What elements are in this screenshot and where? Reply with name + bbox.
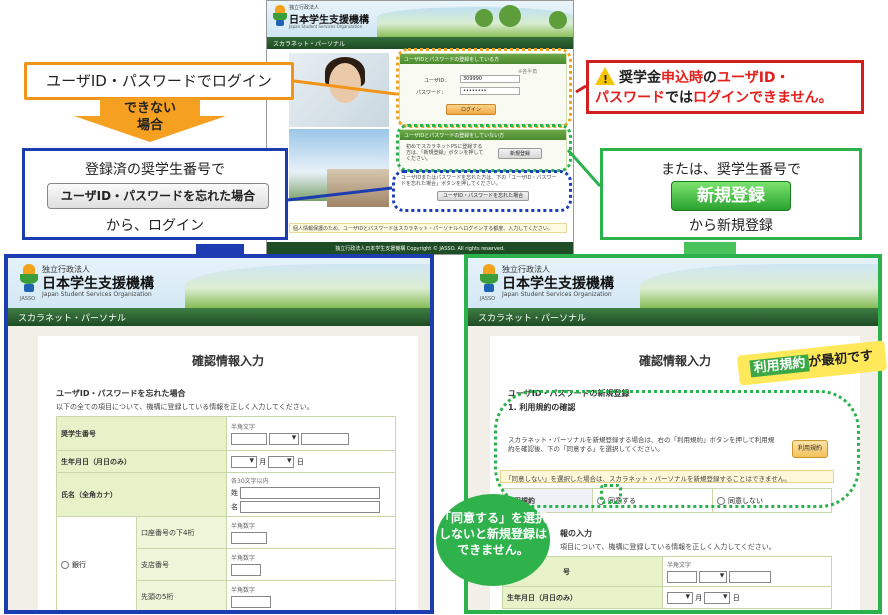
warning-icon: ! bbox=[595, 67, 615, 86]
nav-title: スカラネット・パーソナル bbox=[8, 308, 430, 326]
new-registration-callout: または、奨学生番号で 新規登録 から新規登録 bbox=[600, 148, 862, 240]
student-number-label: 奨学生番号 bbox=[56, 416, 227, 451]
landscape-illustration bbox=[185, 264, 430, 308]
month-label: 月 bbox=[695, 593, 703, 602]
student-number-part1-input[interactable] bbox=[667, 571, 697, 583]
jasso-logo-icon bbox=[20, 264, 38, 294]
branch-number-input[interactable] bbox=[231, 564, 261, 576]
org-name: 日本学生支援機構 bbox=[42, 276, 154, 292]
birthdate-label: 生年月日（月日のみ） bbox=[502, 586, 663, 609]
instruction2-text: 項目について、機構に登録している情報を正しく入力してください。 bbox=[560, 543, 776, 551]
from-login-text: から、ログイン bbox=[106, 218, 204, 234]
branch-number-label: 支店番号 bbox=[136, 548, 227, 581]
nav-title: スカラネット・パーソナル bbox=[468, 308, 878, 326]
given-name-input[interactable] bbox=[240, 501, 381, 513]
terms-highlight bbox=[494, 390, 860, 508]
day-label: 日 bbox=[296, 457, 304, 466]
confirm-form-table: 奨学生番号 半角文字 生年月日（月日のみ） 月 日 bbox=[56, 416, 396, 610]
account-last4-input[interactable] bbox=[231, 532, 267, 544]
bank-radio[interactable] bbox=[61, 560, 69, 569]
student-number-part3-input[interactable] bbox=[301, 433, 350, 445]
org-name-en: Japan Student Services Organization bbox=[42, 291, 152, 298]
cannot-login-label: できない 場合 bbox=[123, 101, 176, 133]
forgot-callout: 登録済の奨学生番号で ユーザID・パスワードを忘れた場合 から、ログイン bbox=[22, 148, 288, 240]
bank-option[interactable]: 銀行 bbox=[56, 516, 137, 610]
hint-text: 半角文字 bbox=[667, 562, 692, 569]
page-body: 確認情報入力 ユーザID・パスワードを忘れた場合 以下の全ての項目について、機構… bbox=[8, 326, 430, 610]
page-title: 確認情報入力 bbox=[191, 354, 264, 368]
forgot-credentials-button-large[interactable]: ユーザID・パスワードを忘れた場合 bbox=[47, 183, 269, 209]
jasso-label: JASSO bbox=[20, 296, 36, 302]
head5-input[interactable] bbox=[231, 596, 271, 608]
student-number-part2-select[interactable] bbox=[269, 433, 300, 445]
birth-day-select[interactable] bbox=[268, 455, 295, 468]
birth-month-select[interactable] bbox=[667, 591, 693, 604]
login-callout: ユーザID・パスワードでログイン bbox=[24, 62, 294, 100]
hint-text: 半角数字 bbox=[231, 523, 256, 530]
org-name-en: Japan Student Services Organization bbox=[502, 291, 612, 298]
warning-callout: ! 奨学金申込時のユーザID・ パスワードではログインできません。 bbox=[586, 60, 864, 114]
from-new-text: から新規登録 bbox=[689, 218, 773, 234]
hint-text: 各30文字以内 bbox=[231, 478, 269, 485]
given-name-label: 名 bbox=[231, 503, 238, 511]
birth-day-select[interactable] bbox=[704, 591, 731, 604]
or-number-text: または、奨学生番号で bbox=[661, 162, 801, 178]
section-title: ユーザID・パスワードを忘れた場合 bbox=[56, 389, 186, 398]
terms-badge-text: が最初です bbox=[807, 348, 874, 371]
month-label: 月 bbox=[259, 457, 267, 466]
header-banner: 独立行政法人 日本学生支援機構 Japan Student Services O… bbox=[468, 258, 878, 308]
hint-text: 半角数字 bbox=[231, 555, 256, 562]
forgot-credentials-page: 独立行政法人 日本学生支援機構 Japan Student Services O… bbox=[4, 254, 434, 614]
birthdate-label: 生年月日（月日のみ） bbox=[56, 450, 227, 473]
birth-month-select[interactable] bbox=[231, 455, 257, 468]
student-number-part1-input[interactable] bbox=[231, 433, 267, 445]
confirm-form-table: 号 半角文字 生年月日（月日のみ） 月 日 bbox=[502, 556, 832, 609]
bank-label: 銀行 bbox=[72, 560, 86, 569]
landscape-illustration bbox=[640, 264, 878, 308]
registered-number-text: 登録済の奨学生番号で bbox=[85, 162, 225, 178]
name-label: 氏名（全角カナ） bbox=[56, 472, 227, 517]
org-name: 日本学生支援機構 bbox=[502, 276, 614, 292]
agree-required-bubble: 「同意する」を選択しないと新規登録はできません。 bbox=[436, 494, 550, 586]
section2-title: 報の入力 bbox=[560, 529, 592, 538]
form-card: 確認情報入力 ユーザID・パスワードを忘れた場合 以下の全ての項目について、機構… bbox=[38, 336, 418, 610]
agree-radio-highlight bbox=[600, 484, 622, 504]
day-label: 日 bbox=[732, 593, 740, 602]
instruction-text: 以下の全ての項目について、機構に登録している情報を正しく入力してください。 bbox=[56, 403, 314, 411]
student-number-part3-input[interactable] bbox=[729, 571, 772, 583]
surname-label: 姓 bbox=[231, 489, 238, 497]
new-registration-button-large[interactable]: 新規登録 bbox=[671, 181, 791, 211]
surname-input[interactable] bbox=[240, 487, 381, 499]
terms-badge-highlight: 利用規約 bbox=[749, 354, 810, 378]
hint-text: 半角文字 bbox=[231, 424, 256, 431]
head5-label: 先頭の5桁 bbox=[136, 580, 227, 610]
jasso-logo-icon bbox=[480, 264, 498, 294]
header-banner: 独立行政法人 日本学生支援機構 Japan Student Services O… bbox=[8, 258, 430, 308]
account-last4-label: 口座番号の下4桁 bbox=[136, 516, 227, 549]
hint-text: 半角数字 bbox=[231, 587, 256, 594]
jasso-label: JASSO bbox=[480, 296, 496, 302]
student-number-part2-select[interactable] bbox=[699, 571, 728, 583]
warning-text: ! 奨学金申込時のユーザID・ パスワードではログインできません。 bbox=[595, 67, 855, 108]
